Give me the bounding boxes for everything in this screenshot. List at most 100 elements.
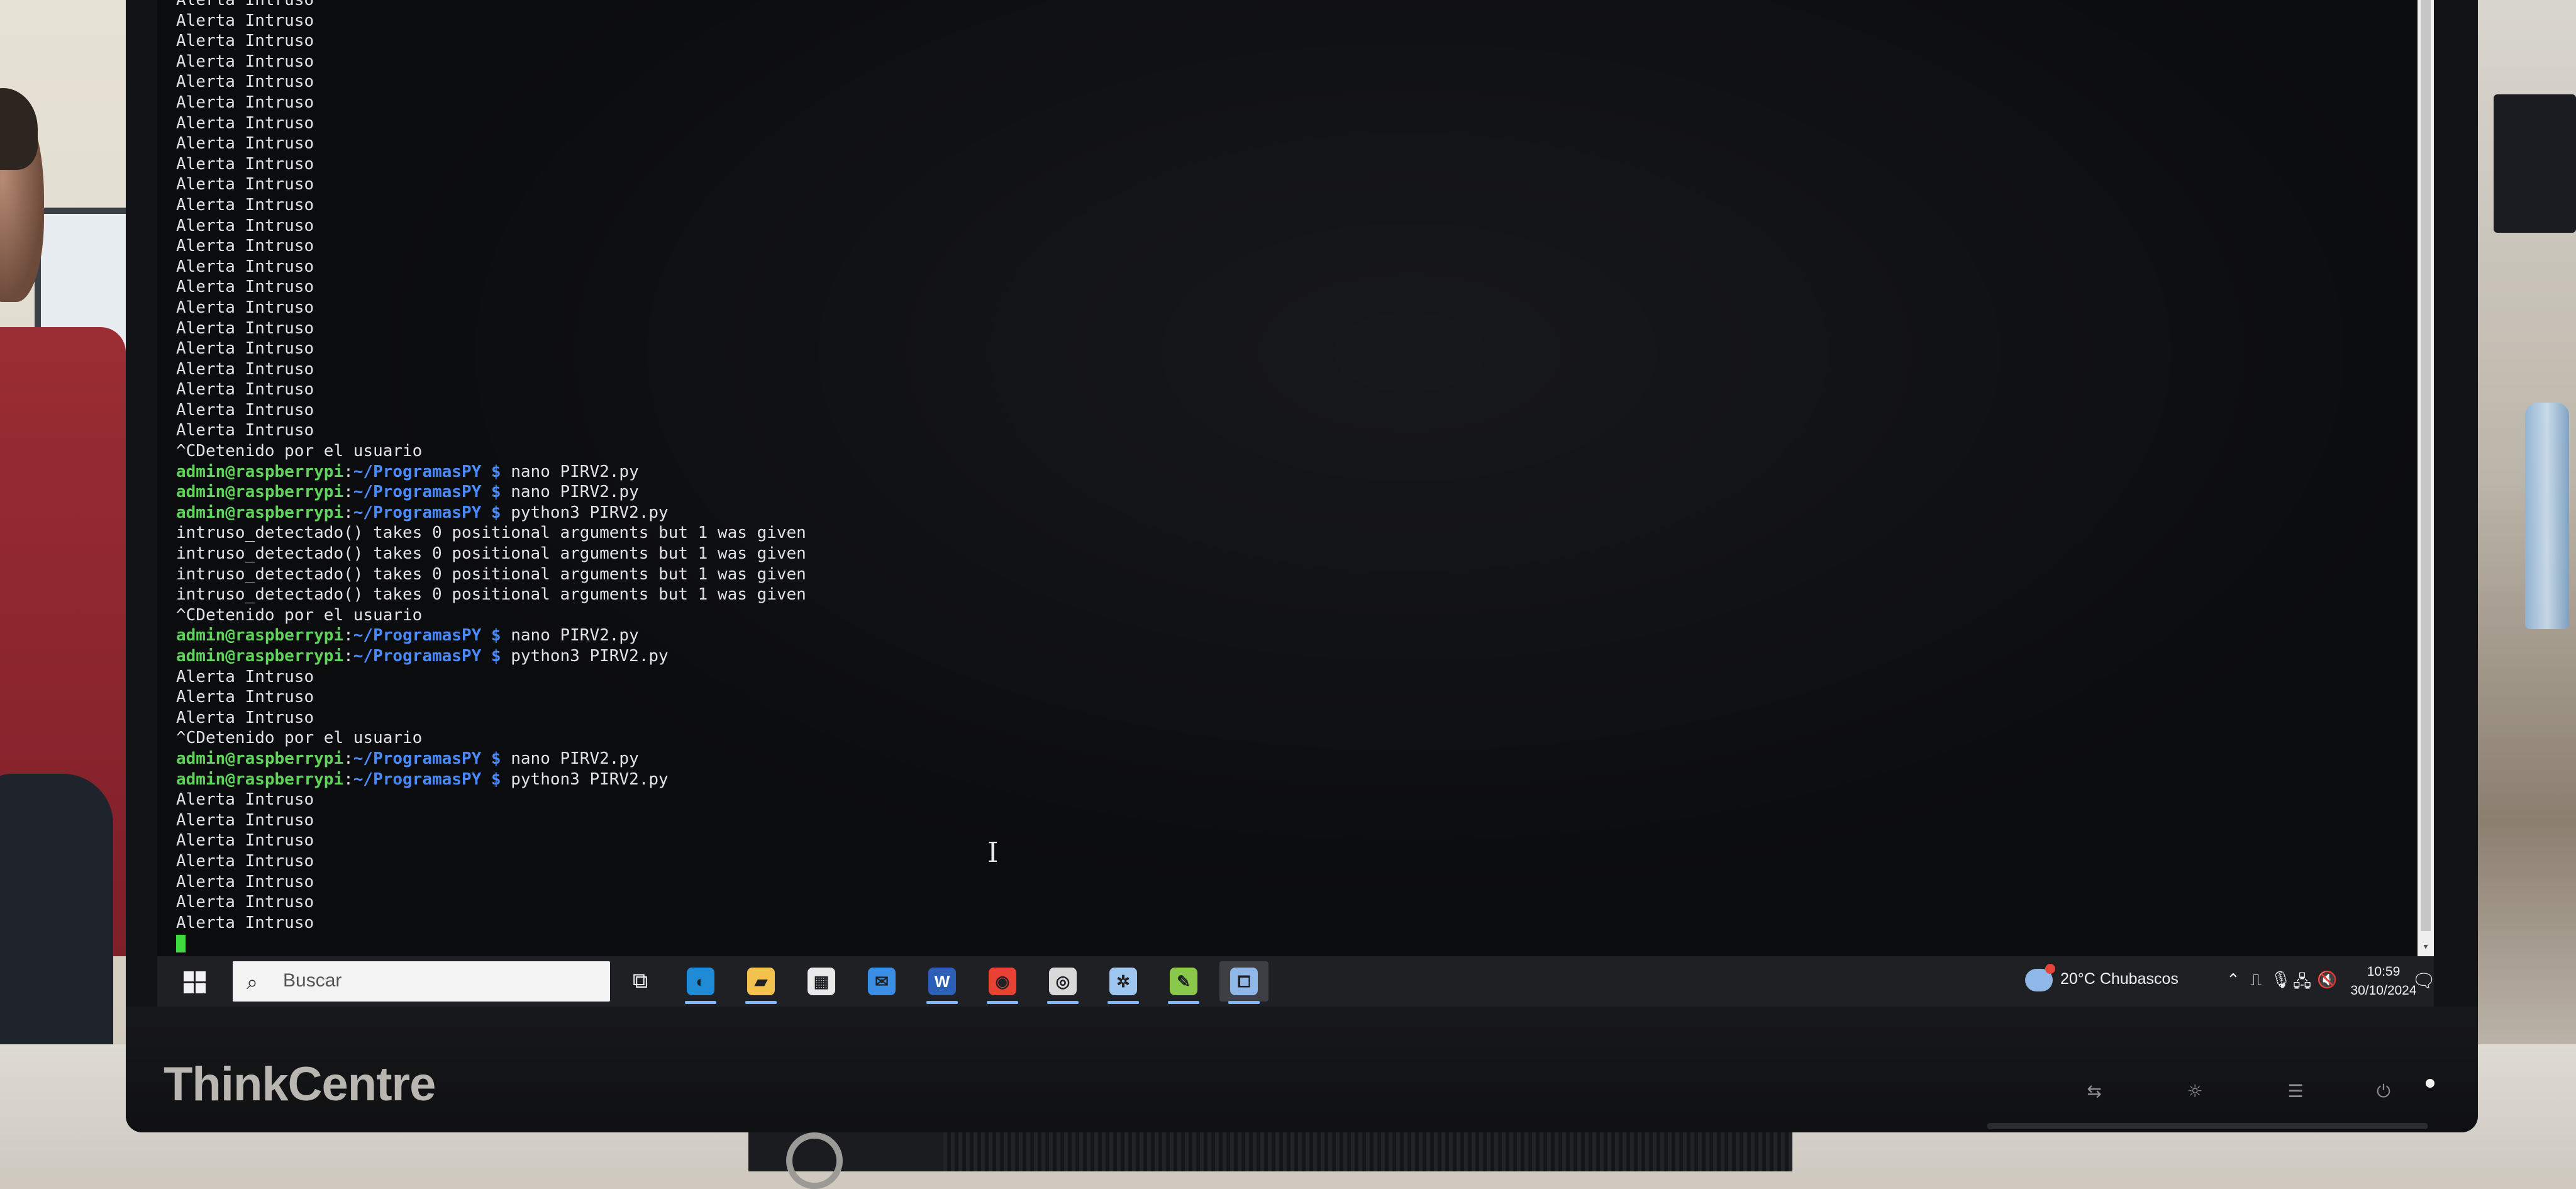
terminal-output-line: Alerta Intruso bbox=[176, 872, 314, 891]
running-indicator bbox=[685, 1001, 716, 1004]
volume-muted-icon[interactable]: 🔇 bbox=[2317, 970, 2337, 990]
terminal-output-line: intruso_detectado() takes 0 positional a… bbox=[176, 544, 806, 564]
scrollbar-thumb[interactable] bbox=[2421, 0, 2431, 931]
prompt-user: admin@raspberrypi bbox=[176, 503, 344, 522]
running-indicator bbox=[1168, 1001, 1199, 1004]
terminal-output-line: Alerta Intruso bbox=[176, 257, 314, 276]
mail-icon: ✉ bbox=[868, 968, 896, 995]
terminal-output-line: Alerta Intruso bbox=[176, 52, 314, 71]
bug-icon: ✲ bbox=[1109, 968, 1137, 995]
terminal-scrollbar[interactable]: ▾ bbox=[2418, 0, 2434, 956]
search-input[interactable]: ⌕ Buscar bbox=[233, 961, 610, 1002]
terminal-output-line: Alerta Intruso bbox=[176, 0, 314, 9]
input-switch-icon[interactable]: ⇆ bbox=[2069, 1076, 2119, 1107]
prompt-user: admin@raspberrypi bbox=[176, 483, 344, 502]
network-icon[interactable]: 🖧 bbox=[2293, 970, 2311, 998]
taskbar-app-store[interactable]: ▦ bbox=[797, 961, 846, 1002]
scroll-down-arrow-icon[interactable]: ▾ bbox=[2418, 937, 2434, 956]
terminal-output-line: Alerta Intruso bbox=[176, 831, 314, 851]
clock[interactable]: 10:59 30/10/2024 bbox=[2346, 963, 2421, 1000]
taskbar-app-word[interactable]: W bbox=[918, 961, 967, 1004]
running-indicator bbox=[987, 1001, 1018, 1004]
terminal-output-line: Alerta Intruso bbox=[176, 237, 314, 256]
terminal-window[interactable]: Alerta Intruso Alerta Intruso Alerta Intru… bbox=[157, 0, 2434, 956]
weather-condition: Chubascos bbox=[2099, 970, 2179, 988]
prompt-path: ~/ProgramasPY bbox=[353, 769, 482, 789]
word-icon: W bbox=[928, 968, 956, 995]
chevron-up-icon[interactable]: ⌃ bbox=[2226, 970, 2240, 990]
terminal-output-line: Alerta Intruso bbox=[176, 810, 314, 830]
terminal-output-line: Alerta Intruso bbox=[176, 113, 314, 133]
terminal-prompt-line: admin@raspberrypi:~/ProgramasPY $ nano P… bbox=[176, 626, 639, 645]
prompt-command: python3 PIRV2.py bbox=[511, 647, 669, 666]
prompt-user: admin@raspberrypi bbox=[176, 647, 344, 666]
terminal-output-line: Alerta Intruso bbox=[176, 134, 314, 154]
taskbar-app-screen-recorder[interactable]: ◎ bbox=[1038, 961, 1087, 1004]
terminal-output-line: Alerta Intruso bbox=[176, 216, 314, 235]
webcam-icon bbox=[786, 1132, 843, 1189]
prompt-path: ~/ProgramasPY bbox=[353, 503, 482, 522]
search-placeholder: Buscar bbox=[283, 970, 342, 991]
microphone-icon[interactable]: 🎙 bbox=[2270, 970, 2291, 990]
terminal-output-line: Alerta Intruso bbox=[176, 72, 314, 92]
taskbar-app-notepad[interactable]: ✎ bbox=[1159, 961, 1208, 1004]
terminal-output-line: Alerta Intruso bbox=[176, 359, 314, 379]
power-icon[interactable]: ⏻ bbox=[2358, 1076, 2409, 1107]
terminal-output-line: Alerta Intruso bbox=[176, 893, 314, 912]
terminal-output-line: Alerta Intruso bbox=[176, 92, 314, 112]
running-indicator bbox=[1047, 1001, 1079, 1004]
terminal-output-line: Alerta Intruso bbox=[176, 175, 314, 194]
terminal-output-line: Alerta Intruso bbox=[176, 400, 314, 420]
menu-icon[interactable]: ☰ bbox=[2270, 1076, 2321, 1107]
taskbar-app-edge[interactable]: ◐ bbox=[676, 961, 725, 1004]
terminal-prompt-line: admin@raspberrypi:~/ProgramasPY $ python… bbox=[176, 647, 669, 666]
water-bottle bbox=[2525, 403, 2569, 629]
terminal-prompt-line: admin@raspberrypi:~/ProgramasPY $ python… bbox=[176, 769, 669, 789]
prompt-path: ~/ProgramasPY bbox=[353, 483, 482, 502]
system-tray: 20°C Chubascos ⌃ ⎍ 🎙 🖧 🔇 10:59 30/10/202… bbox=[2019, 956, 2434, 1007]
taskbar-app-file-explorer[interactable]: ▰ bbox=[736, 961, 786, 1004]
weather-widget[interactable]: 20°C Chubascos bbox=[2060, 970, 2179, 988]
terminal-prompt-line: admin@raspberrypi:~/ProgramasPY $ nano P… bbox=[176, 462, 639, 481]
running-indicator bbox=[745, 1001, 777, 1004]
usb-icon[interactable]: ⎍ bbox=[2250, 970, 2262, 990]
terminal-output-line: intruso_detectado() takes 0 positional a… bbox=[176, 564, 806, 584]
task-view-icon[interactable]: ⧉ bbox=[626, 966, 655, 995]
prompt-path: ~/ProgramasPY bbox=[353, 626, 482, 645]
taskbar-app-chrome[interactable]: ◉ bbox=[978, 961, 1027, 1004]
weather-icon[interactable] bbox=[2025, 964, 2055, 991]
terminal-output-line: intruso_detectado() takes 0 positional a… bbox=[176, 523, 806, 543]
store-icon: ▦ bbox=[808, 968, 835, 995]
clock-time: 10:59 bbox=[2367, 964, 2401, 979]
taskbar-app-mail[interactable]: ✉ bbox=[857, 961, 906, 1002]
brightness-icon[interactable]: ☼ bbox=[2170, 1076, 2220, 1107]
running-indicator bbox=[926, 1001, 958, 1004]
prompt-command: python3 PIRV2.py bbox=[511, 769, 669, 789]
prompt-path: ~/ProgramasPY bbox=[353, 462, 482, 481]
terminal-output-line: Alerta Intruso bbox=[176, 154, 314, 174]
taskbar-app-bug-tool[interactable]: ✲ bbox=[1099, 961, 1148, 1004]
prompt-command: nano PIRV2.py bbox=[511, 483, 639, 502]
taskbar-app-remote-desktop[interactable]: ⧠ bbox=[1219, 961, 1269, 1004]
terminal-output-line: Alerta Intruso bbox=[176, 688, 314, 707]
terminal-output-line: Alerta Intruso bbox=[176, 708, 314, 727]
notepad-icon: ✎ bbox=[1170, 968, 1197, 995]
terminal-output-line: ^CDetenido por el usuario bbox=[176, 728, 423, 748]
terminal-output-line: Alerta Intruso bbox=[176, 298, 314, 317]
prompt-path: ~/ProgramasPY bbox=[353, 749, 482, 768]
prompt-command: nano PIRV2.py bbox=[511, 626, 639, 645]
monitor-bezel bbox=[126, 1007, 2478, 1132]
terminal-output-line: Alerta Intruso bbox=[176, 421, 314, 440]
monitor-controls: ⇆ ☼ ☰ ⏻ bbox=[1987, 1076, 2428, 1129]
start-button[interactable] bbox=[176, 964, 214, 999]
terminal-prompt-line: admin@raspberrypi:~/ProgramasPY $ python… bbox=[176, 503, 669, 522]
mouse-ibeam-icon: I bbox=[987, 837, 999, 869]
recorder-icon: ◎ bbox=[1049, 968, 1077, 995]
terminal-output-line: ^CDetenido por el usuario bbox=[176, 605, 423, 625]
notification-icon[interactable]: 🗨 bbox=[2412, 970, 2434, 992]
terminal-output-line: Alerta Intruso bbox=[176, 277, 314, 297]
terminal-output-line: Alerta Intruso bbox=[176, 11, 314, 30]
terminal-cursor bbox=[176, 934, 186, 952]
terminal-output-line: Alerta Intruso bbox=[176, 790, 314, 810]
running-indicator bbox=[1108, 1001, 1139, 1004]
